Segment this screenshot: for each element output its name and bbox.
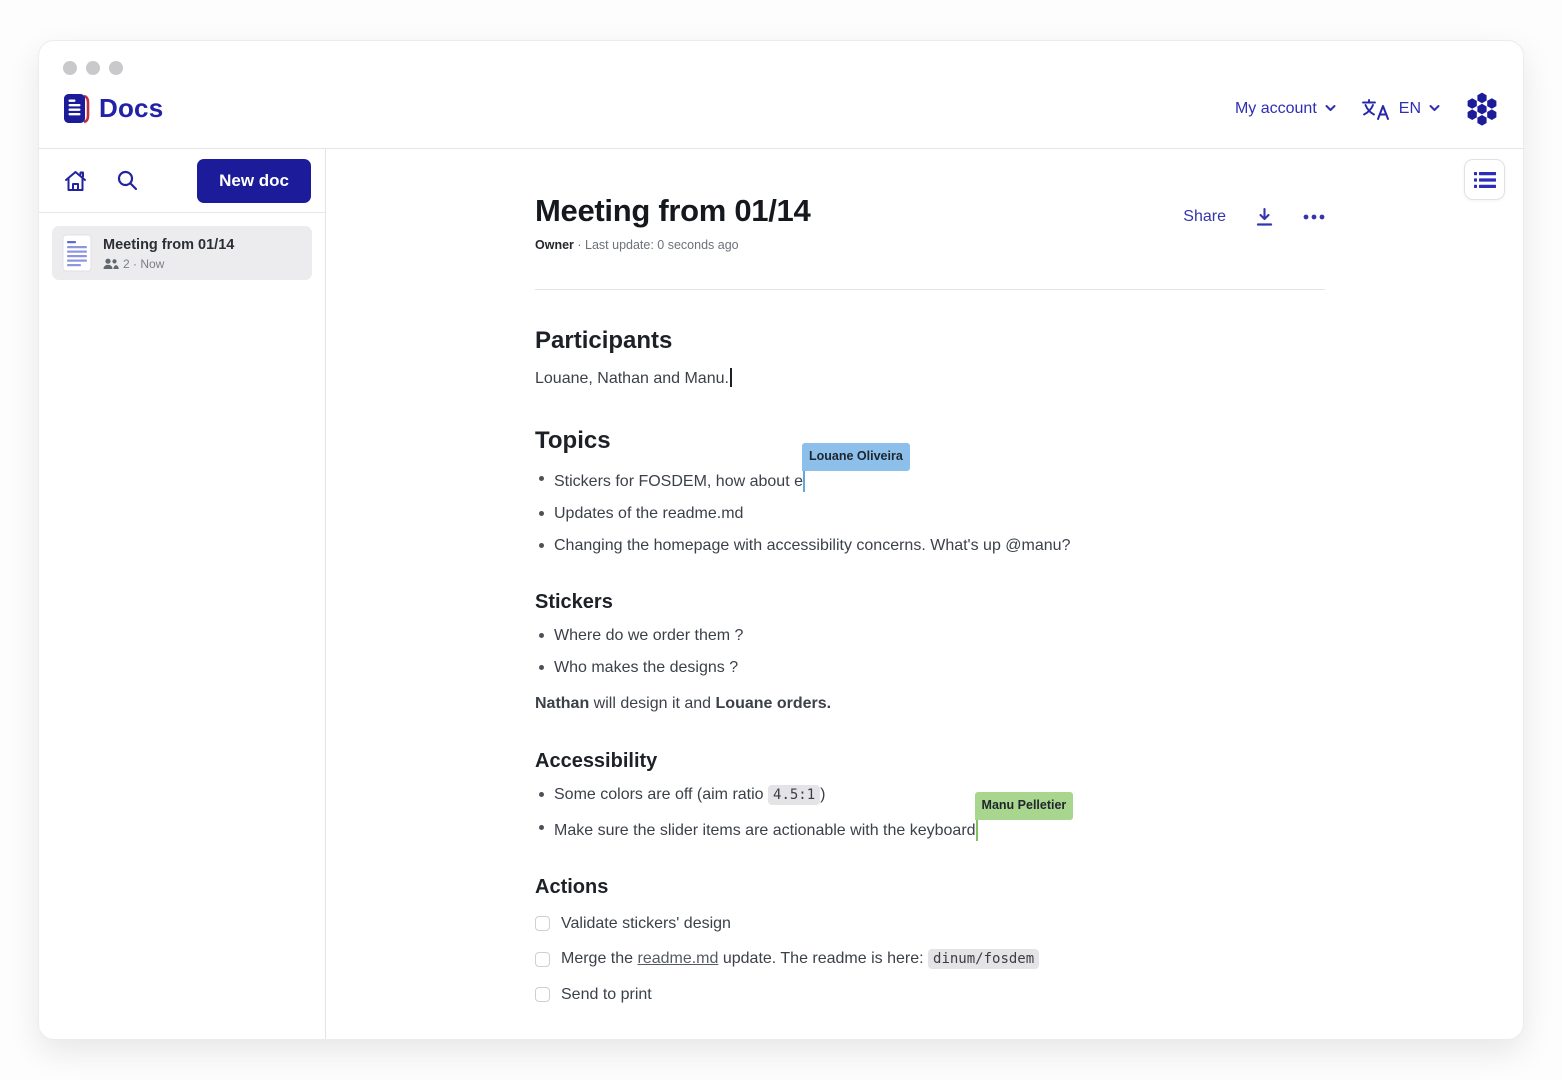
list-item: Updates of the readme.md — [535, 503, 1325, 524]
search-button[interactable] — [116, 169, 139, 192]
app-window: Docs My account — [38, 40, 1524, 1040]
task-label: Validate stickers' design — [561, 913, 731, 934]
share-button[interactable]: Share — [1183, 208, 1226, 226]
sidebar: New doc — [39, 149, 326, 1039]
doc-title: Meeting from 01/14 — [535, 193, 810, 229]
doc-editor[interactable]: Participants Louane, Nathan and Manu. To… — [535, 327, 1325, 1039]
stickers-note: Nathan will design it and Louane orders. — [535, 693, 1325, 715]
participants-text: Louane, Nathan and Manu. — [535, 368, 1325, 390]
docs-logo-icon — [63, 93, 90, 124]
language-label: EN — [1399, 100, 1421, 118]
chevron-down-icon — [1325, 104, 1335, 114]
main-panel: Meeting from 01/14 Owner · Last update: … — [326, 149, 1523, 1039]
topics-list: Stickers for FOSDEM, how about eLouane O… — [535, 468, 1325, 556]
download-button[interactable] — [1255, 207, 1274, 227]
list-item: Stickers for FOSDEM, how about eLouane O… — [535, 468, 1325, 492]
window-control-dots[interactable] — [63, 61, 123, 75]
heading-participants: Participants — [535, 327, 1325, 355]
inline-code: 4.5:1 — [768, 785, 820, 805]
more-options-button[interactable] — [1303, 214, 1325, 220]
chevron-down-icon — [1429, 104, 1439, 114]
text-caret — [730, 368, 732, 387]
readme-link[interactable]: readme.md — [637, 950, 718, 967]
document-list-item[interactable]: Meeting from 01/14 — [52, 226, 312, 280]
document-list: Meeting from 01/14 — [39, 213, 325, 293]
task-label: Merge the readme.md update. The readme i… — [561, 948, 1039, 970]
collab-cursor-louane: Louane Oliveira — [803, 468, 805, 492]
list-item: Who makes the designs ? — [535, 657, 1325, 678]
new-doc-button[interactable]: New doc — [197, 159, 311, 203]
apps-grid-icon[interactable] — [1465, 91, 1499, 127]
inline-code: dinum/fosdem — [928, 949, 1039, 969]
doc-header-divider — [535, 289, 1325, 290]
sidebar-toolbar: New doc — [39, 149, 325, 213]
document-thumbnail-icon — [62, 234, 92, 272]
doc-owner-label: Owner — [535, 238, 574, 252]
heading-stickers: Stickers — [535, 591, 1325, 614]
task-row: Validate stickers' design — [535, 913, 1325, 934]
members-icon — [103, 258, 119, 270]
stickers-list: Where do we order them ? Who makes the d… — [535, 625, 1325, 678]
document-item-meta: 2 · Now — [123, 257, 164, 271]
task-checkbox[interactable] — [535, 916, 550, 931]
task-label: Send to print — [561, 984, 652, 1005]
doc-meta: Owner · Last update: 0 seconds ago — [535, 238, 810, 252]
app-title: Docs — [99, 93, 163, 124]
language-selector[interactable]: EN — [1361, 97, 1439, 121]
task-row: Send to print — [535, 984, 1325, 1005]
top-bar: Docs My account — [39, 41, 1523, 149]
docs-logo[interactable]: Docs — [63, 93, 163, 124]
table-of-contents-button[interactable] — [1464, 159, 1505, 200]
my-account-label: My account — [1235, 100, 1317, 118]
accessibility-list: Some colors are off (aim ratio 4.5:1) Ma… — [535, 784, 1325, 841]
my-account-menu[interactable]: My account — [1235, 100, 1335, 118]
collab-cursor-manu: Manu Pelletier — [976, 817, 978, 841]
document-item-title: Meeting from 01/14 — [103, 237, 234, 253]
list-item: Make sure the slider items are actionabl… — [535, 817, 1325, 841]
list-item: Some colors are off (aim ratio 4.5:1) — [535, 784, 1325, 806]
list-item: Changing the homepage with accessibility… — [535, 535, 1325, 556]
heading-topics: Topics — [535, 427, 1325, 455]
heading-actions: Actions — [535, 876, 1325, 899]
list-item: Where do we order them ? — [535, 625, 1325, 646]
collab-cursor-label: Louane Oliveira — [802, 443, 910, 471]
home-button[interactable] — [63, 169, 88, 193]
task-checkbox[interactable] — [535, 987, 550, 1002]
doc-last-update: · Last update: 0 seconds ago — [574, 238, 739, 252]
collab-cursor-label: Manu Pelletier — [975, 792, 1074, 820]
task-row: Merge the readme.md update. The readme i… — [535, 948, 1325, 970]
heading-accessibility: Accessibility — [535, 750, 1325, 773]
translate-icon — [1361, 97, 1391, 121]
task-checkbox[interactable] — [535, 952, 550, 967]
